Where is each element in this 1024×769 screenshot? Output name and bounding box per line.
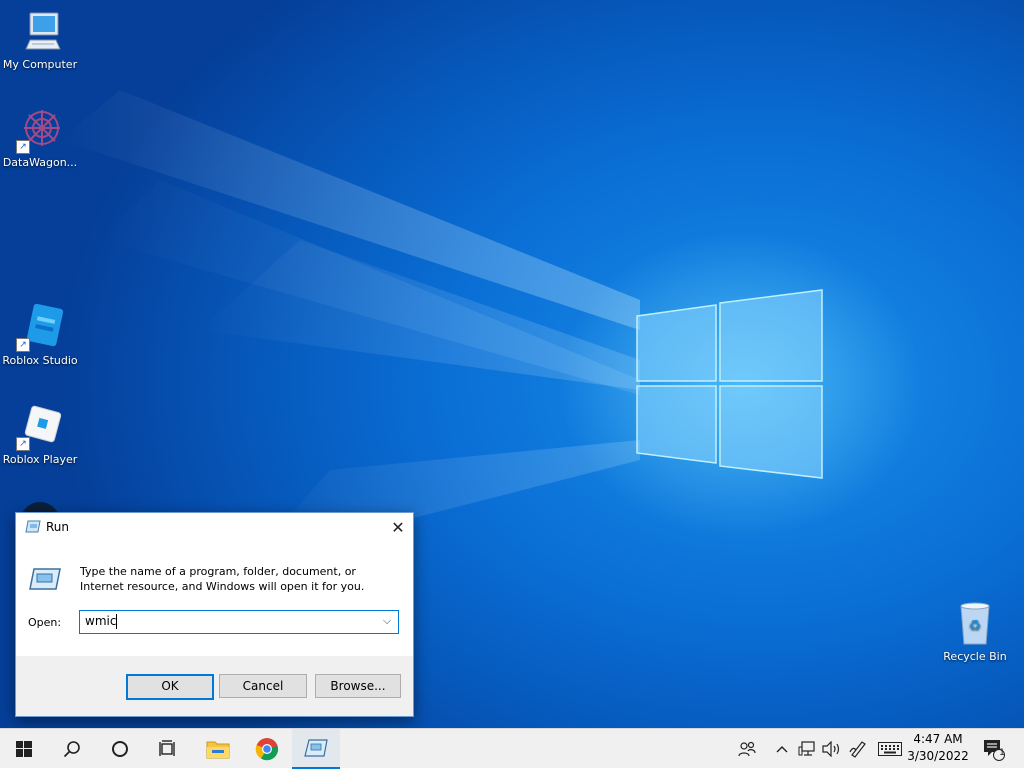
close-button[interactable]: ✕ bbox=[383, 513, 413, 542]
roblox-studio-icon: ↗ bbox=[16, 303, 64, 352]
task-view-button[interactable] bbox=[144, 729, 192, 769]
text-caret bbox=[116, 614, 117, 629]
datawagon-icon: ↗ bbox=[16, 106, 64, 154]
cortana-button[interactable] bbox=[96, 729, 144, 769]
run-app-icon bbox=[304, 739, 328, 757]
svg-text:♻: ♻ bbox=[969, 618, 982, 634]
open-input-value[interactable]: wmic bbox=[85, 614, 116, 628]
start-button[interactable] bbox=[0, 729, 48, 769]
search-icon bbox=[63, 741, 80, 758]
pen-icon[interactable] bbox=[847, 729, 869, 769]
run-dialog-description: Type the name of a program, folder, docu… bbox=[80, 565, 365, 593]
desktop-icon-roblox-player[interactable]: ↗ Roblox Player bbox=[0, 403, 80, 467]
close-icon: ✕ bbox=[391, 518, 405, 537]
shortcut-arrow-icon: ↗ bbox=[16, 437, 30, 451]
ok-button[interactable]: OK bbox=[126, 674, 214, 700]
desktop-icon-label: Roblox Studio bbox=[2, 354, 78, 367]
desktop-icon-my-computer[interactable]: My Computer bbox=[0, 8, 80, 72]
shortcut-arrow-icon: ↗ bbox=[16, 338, 30, 352]
run-taskbar-button[interactable] bbox=[292, 729, 340, 769]
keyboard-icon[interactable] bbox=[876, 729, 904, 769]
action-center-button[interactable]: 1 bbox=[978, 729, 1008, 769]
desktop-icon-label: My Computer bbox=[2, 58, 78, 71]
windows-logo-wallpaper bbox=[636, 289, 823, 479]
notification-count: 1 bbox=[999, 748, 1005, 758]
desktop-icon-label: Roblox Player bbox=[2, 453, 78, 466]
file-explorer-button[interactable] bbox=[194, 729, 242, 769]
chrome-button[interactable] bbox=[243, 729, 291, 769]
recycle-bin-icon: ♻ bbox=[951, 600, 999, 648]
run-app-icon bbox=[25, 520, 41, 533]
cancel-button[interactable]: Cancel bbox=[219, 674, 307, 698]
chrome-icon bbox=[255, 738, 279, 761]
people-icon[interactable] bbox=[736, 729, 758, 769]
run-dialog-footer: OK Cancel Browse... bbox=[16, 656, 413, 716]
desktop-icon-datawagon[interactable]: ↗ DataWagon... bbox=[0, 106, 80, 170]
file-explorer-icon bbox=[206, 741, 230, 759]
run-dialog-titlebar[interactable]: Run ✕ bbox=[16, 513, 413, 542]
chevron-up-icon[interactable] bbox=[772, 729, 792, 769]
run-dialog-body: Type the name of a program, folder, docu… bbox=[16, 542, 413, 656]
taskbar: 4:47 AM 3/30/2022 1 bbox=[0, 728, 1024, 769]
desktop-icon-roblox-studio[interactable]: ↗ Roblox Studio bbox=[0, 303, 80, 368]
task-view-icon bbox=[159, 740, 175, 756]
cortana-icon bbox=[112, 741, 128, 757]
desktop-icon-label: DataWagon... bbox=[2, 156, 78, 169]
open-label: Open: bbox=[28, 616, 62, 629]
network-icon[interactable] bbox=[796, 729, 818, 769]
roblox-player-icon: ↗ bbox=[16, 403, 64, 451]
browse-button[interactable]: Browse... bbox=[315, 674, 401, 698]
search-button[interactable] bbox=[48, 729, 96, 769]
clock-time: 4:47 AM bbox=[913, 732, 963, 746]
chevron-down-icon[interactable]: ⌵ bbox=[379, 613, 395, 629]
shortcut-arrow-icon: ↗ bbox=[16, 140, 30, 154]
run-dialog-title: Run bbox=[46, 520, 70, 534]
computer-icon bbox=[16, 8, 64, 56]
run-dialog: Run ✕ Type the name of a program, folder… bbox=[15, 512, 414, 717]
run-program-icon bbox=[29, 568, 61, 590]
volume-icon[interactable] bbox=[820, 729, 842, 769]
open-combobox[interactable]: wmic ⌵ bbox=[79, 610, 399, 634]
desktop-icon-label: Recycle Bin bbox=[943, 650, 1007, 663]
taskbar-clock[interactable]: 4:47 AM 3/30/2022 bbox=[906, 731, 970, 765]
desktop-icon-recycle-bin[interactable]: ♻ Recycle Bin bbox=[935, 600, 1015, 664]
clock-date: 3/30/2022 bbox=[907, 749, 969, 763]
start-icon bbox=[16, 741, 32, 757]
